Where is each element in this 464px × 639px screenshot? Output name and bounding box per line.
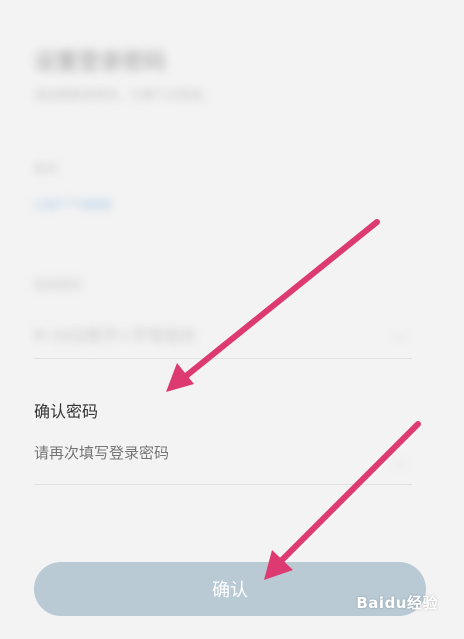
arrow-annotation-icon xyxy=(264,421,421,580)
baidu-watermark: Baidu经验 xyxy=(356,592,438,613)
arrow-annotations xyxy=(166,219,421,580)
arrow-annotation-icon xyxy=(166,219,380,392)
watermark-text: Baidu经验 xyxy=(356,594,438,612)
